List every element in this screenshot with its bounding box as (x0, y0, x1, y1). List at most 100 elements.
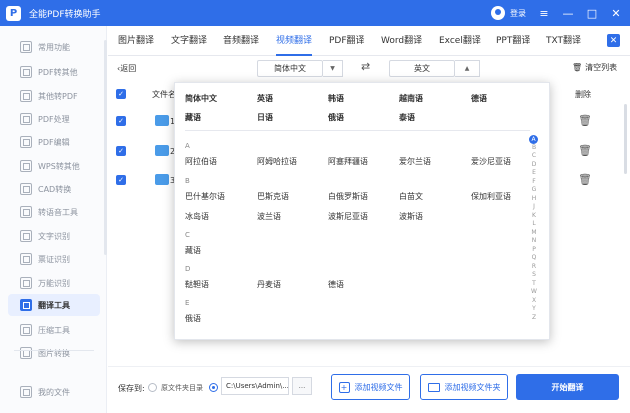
alphabet-index-letter[interactable]: K (527, 212, 541, 219)
tab[interactable]: Word翻译 (381, 26, 422, 56)
alphabet-index-letter[interactable]: W (527, 288, 541, 295)
sidebar-item[interactable]: PDF编辑 (8, 131, 100, 153)
sidebar-item[interactable]: 图片转换 (8, 342, 100, 364)
alphabet-index-letter[interactable]: X (527, 297, 541, 304)
language-option[interactable]: 阿拉伯语 (185, 156, 217, 167)
alphabet-index-letter[interactable]: G (527, 186, 541, 193)
list-scrollbar[interactable] (624, 104, 627, 174)
language-option[interactable]: 爱尔兰语 (399, 156, 431, 167)
alphabet-index-letter[interactable]: T (527, 280, 541, 287)
alphabet-index-letter[interactable]: M (527, 229, 541, 236)
select-all-checkbox[interactable]: ✓ (116, 89, 126, 99)
language-option[interactable]: 德语 (471, 93, 487, 104)
language-option[interactable]: 巴斯克语 (257, 191, 289, 202)
language-option[interactable]: 藏语 (185, 112, 201, 123)
language-option[interactable]: 阿塞拜疆语 (328, 156, 368, 167)
tab[interactable]: 图片翻译 (118, 26, 154, 56)
tab[interactable]: 视频翻译 (276, 26, 313, 56)
alphabet-index-letter[interactable]: N (527, 237, 541, 244)
language-option[interactable]: 爱沙尼亚语 (471, 156, 511, 167)
alphabet-index-letter[interactable]: Z (527, 314, 541, 321)
language-option[interactable]: 丹麦语 (257, 279, 281, 290)
language-option[interactable]: 鞑靼语 (185, 279, 209, 290)
add-folder-button[interactable]: 添加视频文件夹 (420, 374, 508, 400)
alphabet-index-letter[interactable]: B (527, 144, 541, 151)
original-dir-radio[interactable] (148, 383, 157, 392)
start-translate-button[interactable]: 开始翻译 (516, 374, 619, 400)
alphabet-index-letter[interactable]: C (527, 152, 541, 159)
tab[interactable]: TXT翻译 (546, 26, 581, 56)
language-option[interactable]: 阿姆哈拉语 (257, 156, 297, 167)
sidebar-item[interactable]: 翻译工具 (8, 294, 100, 316)
language-option[interactable]: 韩语 (328, 93, 344, 104)
sidebar-item[interactable]: 常用功能 (8, 36, 100, 58)
alphabet-index-letter[interactable]: H (527, 195, 541, 202)
language-option[interactable]: 俄语 (185, 313, 201, 324)
language-option[interactable]: 白苗文 (399, 191, 423, 202)
tab[interactable]: PPT翻译 (496, 26, 530, 56)
sidebar-item[interactable]: PDF转其他 (8, 61, 100, 83)
sidebar-item[interactable]: 压缩工具 (8, 319, 100, 341)
sidebar-item[interactable]: CAD转换 (8, 178, 100, 200)
menu-icon[interactable]: ≡ (538, 7, 550, 20)
language-option[interactable]: 保加利亚语 (471, 191, 511, 202)
delete-row-icon[interactable]: 🗑 (578, 144, 592, 157)
language-option[interactable]: 简体中文 (185, 93, 217, 104)
swap-languages-icon[interactable]: ⇄ (361, 60, 370, 73)
target-language-select[interactable]: 英文 (389, 60, 455, 77)
sidebar-item[interactable]: 万能识别 (8, 272, 100, 294)
save-path-input[interactable]: C:\Users\Admin\... (221, 377, 289, 395)
alphabet-index-letter[interactable]: J (527, 203, 541, 210)
language-option[interactable]: 泰语 (399, 112, 415, 123)
language-option[interactable]: 日语 (257, 112, 273, 123)
chevron-up-icon[interactable]: ▲ (455, 60, 480, 77)
alphabet-index-letter[interactable]: S (527, 271, 541, 278)
back-button[interactable]: ‹返回 (117, 63, 136, 74)
language-option[interactable]: 波斯语 (399, 211, 423, 222)
minimize-icon[interactable]: — (562, 7, 574, 20)
alphabet-index-letter[interactable]: P (527, 246, 541, 253)
sidebar-item[interactable]: 票证识别 (8, 248, 100, 270)
sidebar-item[interactable]: 文字识别 (8, 225, 100, 247)
alphabet-index-letter[interactable]: R (527, 263, 541, 270)
browse-button[interactable]: ... (292, 377, 312, 395)
language-option[interactable]: 波斯尼亚语 (328, 211, 368, 222)
row-checkbox[interactable]: ✓ (116, 175, 126, 185)
tab[interactable]: PDF翻译 (329, 26, 365, 56)
sidebar-item[interactable]: 转语音工具 (8, 201, 100, 223)
sidebar-scrollbar[interactable] (104, 40, 107, 255)
language-option[interactable]: 德语 (328, 279, 344, 290)
tab[interactable]: 音频翻译 (223, 26, 259, 56)
alphabet-index-letter[interactable]: F (527, 178, 541, 185)
alphabet-index-letter[interactable]: Q (527, 254, 541, 261)
language-option[interactable]: 英语 (257, 93, 273, 104)
alphabet-index-letter[interactable]: Y (527, 305, 541, 312)
source-language-select[interactable]: 简体中文 (257, 60, 323, 77)
alphabet-index-letter[interactable]: L (527, 220, 541, 227)
row-checkbox[interactable]: ✓ (116, 116, 126, 126)
language-option[interactable]: 藏语 (185, 245, 201, 256)
language-option[interactable]: 越南语 (399, 93, 423, 104)
language-option[interactable]: 巴什基尔语 (185, 191, 225, 202)
sidebar-item-my-files[interactable]: 我的文件 (8, 381, 100, 403)
alphabet-index-letter[interactable]: E (527, 169, 541, 176)
chevron-down-icon[interactable]: ▼ (323, 60, 343, 77)
row-checkbox[interactable]: ✓ (116, 146, 126, 156)
alphabet-index-letter[interactable]: D (527, 161, 541, 168)
sidebar-item[interactable]: PDF处理 (8, 108, 100, 130)
language-option[interactable]: 俄语 (328, 112, 344, 123)
add-video-button[interactable]: + 添加视频文件 (331, 374, 410, 400)
login-button[interactable]: 登录 (491, 6, 526, 20)
close-tab-icon[interactable]: ✕ (607, 34, 620, 47)
close-window-icon[interactable]: ✕ (610, 7, 622, 20)
language-option[interactable]: 波兰语 (257, 211, 281, 222)
custom-dir-radio[interactable] (209, 383, 218, 392)
sidebar-item[interactable]: 其他转PDF (8, 85, 100, 107)
maximize-icon[interactable]: □ (586, 7, 598, 20)
language-option[interactable]: 冰岛语 (185, 211, 209, 222)
tab[interactable]: 文字翻译 (171, 26, 207, 56)
sidebar-item[interactable]: WPS转其他 (8, 155, 100, 177)
clear-list-button[interactable]: 🗑 清空列表 (572, 62, 617, 73)
tab[interactable]: Excel翻译 (439, 26, 481, 56)
delete-row-icon[interactable]: 🗑 (578, 173, 592, 186)
